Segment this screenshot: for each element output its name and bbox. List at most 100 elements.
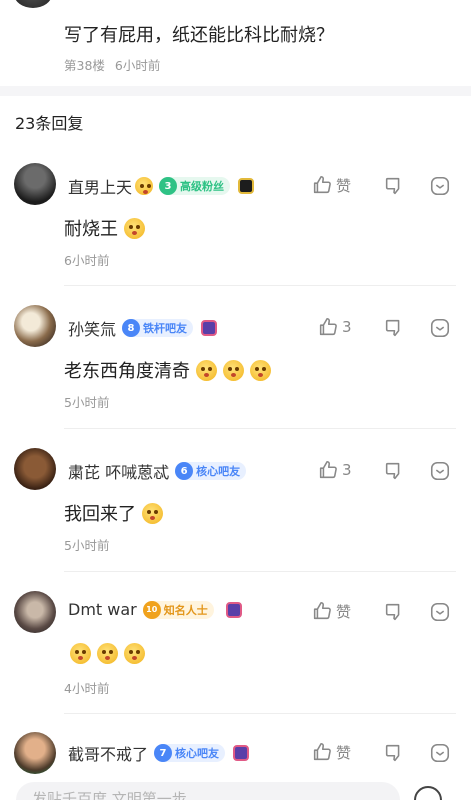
comment-text: 老东西角度清奇 [64, 361, 190, 382]
comment-text: 我回来了 [64, 504, 136, 525]
level-number: 7 [154, 744, 173, 762]
like-button[interactable]: 赞 [311, 600, 351, 622]
like-button[interactable]: 赞 [311, 741, 351, 763]
like-button[interactable]: 3 [317, 316, 352, 338]
comment-actions: 赞 [311, 600, 471, 624]
op-post-meta: 第38楼 6小时前 [64, 55, 160, 74]
level-number: 8 [122, 319, 141, 337]
username-row: 粛芘 吥㖑蒽忒 6 核心吧友 [68, 459, 247, 483]
avatar[interactable] [14, 732, 56, 774]
thumbs-down-icon[interactable] [383, 175, 405, 197]
post-time: 6小时前 [114, 58, 161, 73]
more-icon[interactable] [429, 175, 451, 197]
more-icon[interactable] [429, 317, 451, 339]
thumbs-up-icon [313, 175, 331, 194]
emoji-icon [124, 217, 145, 239]
like-count: 赞 [336, 602, 352, 621]
username-row: 截哥不戒了 7 核心吧友 [68, 741, 250, 765]
section-divider [0, 86, 471, 96]
comment-body: 耐烧王 [64, 215, 145, 241]
level-title: 核心吧友 [196, 465, 241, 478]
emoji-icon [70, 643, 91, 664]
emoji-icon [223, 359, 244, 381]
avatar[interactable] [14, 0, 52, 8]
comment-item: 直男上天 3 高级粉丝 赞 耐烧王 6小时前 [0, 162, 471, 302]
floor-number: 第38楼 [64, 58, 105, 73]
level-number: 6 [175, 462, 194, 480]
comment-item: 粛芘 吥㖑蒽忒 6 核心吧友 3 我回来了 5小时前 [0, 447, 471, 587]
username[interactable]: 粛芘 吥㖑蒽忒 [68, 459, 169, 483]
comment-actions: 3 [311, 459, 471, 483]
comment-body: 我回来了 [64, 500, 163, 526]
medal-icon[interactable] [238, 178, 255, 194]
comment-time: 5小时前 [64, 538, 110, 553]
emoji-icon [142, 502, 163, 524]
thumbs-up-icon [313, 742, 331, 761]
op-post: 写了有屁用，纸还能比科比耐烧？ 第38楼 6小时前 [0, 0, 471, 86]
avatar[interactable] [14, 163, 56, 205]
avatar[interactable] [14, 591, 56, 633]
level-title: 核心吧友 [175, 747, 220, 760]
comment-item: Dmt war 10 知名人士 赞 4小时前 [0, 590, 471, 730]
level-title: 高级粉丝 [180, 180, 225, 193]
like-count: 赞 [336, 743, 352, 762]
reply-count-header: 23条回复 [15, 114, 84, 133]
like-button[interactable]: 3 [317, 459, 352, 481]
medal-icon[interactable] [201, 320, 218, 336]
comment-body [64, 643, 145, 664]
comment-time: 4小时前 [64, 681, 110, 696]
level-title: 知名人士 [163, 603, 208, 617]
more-icon[interactable] [429, 460, 451, 482]
divider [64, 571, 456, 572]
medal-icon[interactable] [225, 601, 242, 618]
level-badge[interactable]: 10 知名人士 [142, 600, 214, 619]
username-row: 直男上天 3 高级粉丝 [68, 174, 255, 198]
like-count: 3 [342, 461, 352, 479]
thumbs-down-icon[interactable] [383, 317, 405, 339]
comment-item: 孙笑氚 8 铁杆吧友 3 老东西角度清奇 5小时前 [0, 304, 471, 444]
level-badge[interactable]: 8 铁杆吧友 [122, 319, 194, 337]
level-number: 3 [159, 177, 178, 195]
level-badge[interactable]: 7 核心吧友 [154, 744, 226, 762]
level-number: 10 [142, 600, 161, 619]
medal-icon[interactable] [233, 745, 250, 761]
reply-input-bar: 发贴千百度 文明第一步 [0, 776, 471, 800]
more-icon[interactable] [429, 601, 451, 623]
avatar[interactable] [14, 305, 56, 347]
reply-input[interactable]: 发贴千百度 文明第一步 [16, 782, 400, 800]
emoji-picker-icon[interactable] [414, 786, 442, 800]
comment-text: 耐烧王 [64, 219, 118, 240]
emoji-icon [196, 359, 217, 381]
comment-actions: 赞 [311, 741, 471, 765]
thumbs-down-icon[interactable] [383, 460, 405, 482]
emoji-icon [124, 643, 145, 664]
level-title: 铁杆吧友 [143, 322, 188, 335]
thumbs-up-icon [319, 460, 337, 479]
avatar[interactable] [14, 448, 56, 490]
thumbs-down-icon[interactable] [383, 601, 405, 623]
comment-time: 6小时前 [64, 253, 110, 268]
level-badge[interactable]: 6 核心吧友 [175, 462, 247, 480]
like-button[interactable]: 赞 [311, 174, 351, 196]
divider [64, 713, 456, 714]
like-count: 赞 [336, 176, 352, 195]
username[interactable]: 直男上天 [68, 174, 132, 198]
username[interactable]: 孙笑氚 [68, 316, 116, 340]
thumbs-up-icon [319, 317, 337, 336]
emoji-icon [97, 643, 118, 664]
more-icon[interactable] [429, 742, 451, 764]
op-post-text: 写了有屁用，纸还能比科比耐烧？ [64, 25, 334, 46]
username-row: Dmt war 10 知名人士 [68, 600, 242, 619]
divider [64, 428, 456, 429]
comment-actions: 3 [311, 316, 471, 340]
username[interactable]: 截哥不戒了 [68, 741, 148, 765]
level-badge[interactable]: 3 高级粉丝 [159, 177, 231, 195]
emoji-icon [250, 359, 271, 381]
emoji-icon [135, 177, 154, 195]
thumbs-up-icon [313, 601, 331, 620]
thumbs-down-icon[interactable] [383, 742, 405, 764]
divider [64, 285, 456, 286]
comment-actions: 赞 [311, 174, 471, 198]
username[interactable]: Dmt war [68, 600, 137, 619]
comment-body: 老东西角度清奇 [64, 357, 271, 383]
